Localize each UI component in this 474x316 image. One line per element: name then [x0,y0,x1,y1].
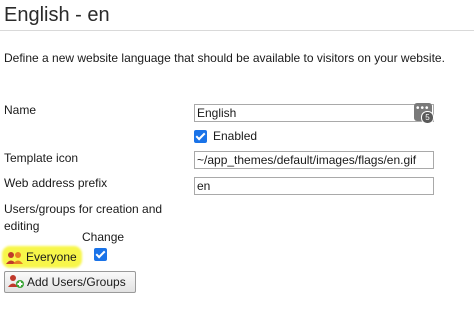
users-icon [6,252,23,264]
template-icon-label: Template icon [4,151,79,165]
add-users-icon [8,275,24,288]
web-prefix-input[interactable]: en [194,177,434,195]
web-prefix-label: Web address prefix [4,176,108,190]
name-input[interactable]: English [194,104,434,122]
localization-icon[interactable]: ••• 5 [414,103,434,124]
everyone-group-label: Everyone [26,250,77,264]
name-label: Name [4,103,37,117]
localization-count-badge: 5 [421,111,434,124]
everyone-change-checkbox[interactable] [94,248,107,261]
title-divider [0,30,474,31]
page-description: Define a new website language that shoul… [4,51,445,65]
change-column-header: Change [82,230,125,244]
enabled-label: Enabled [213,129,258,143]
page-title: English - en [4,4,110,26]
enabled-checkbox[interactable] [194,130,207,143]
template-icon-input[interactable]: ~/app_themes/default/images/flags/en.gif [194,151,434,169]
